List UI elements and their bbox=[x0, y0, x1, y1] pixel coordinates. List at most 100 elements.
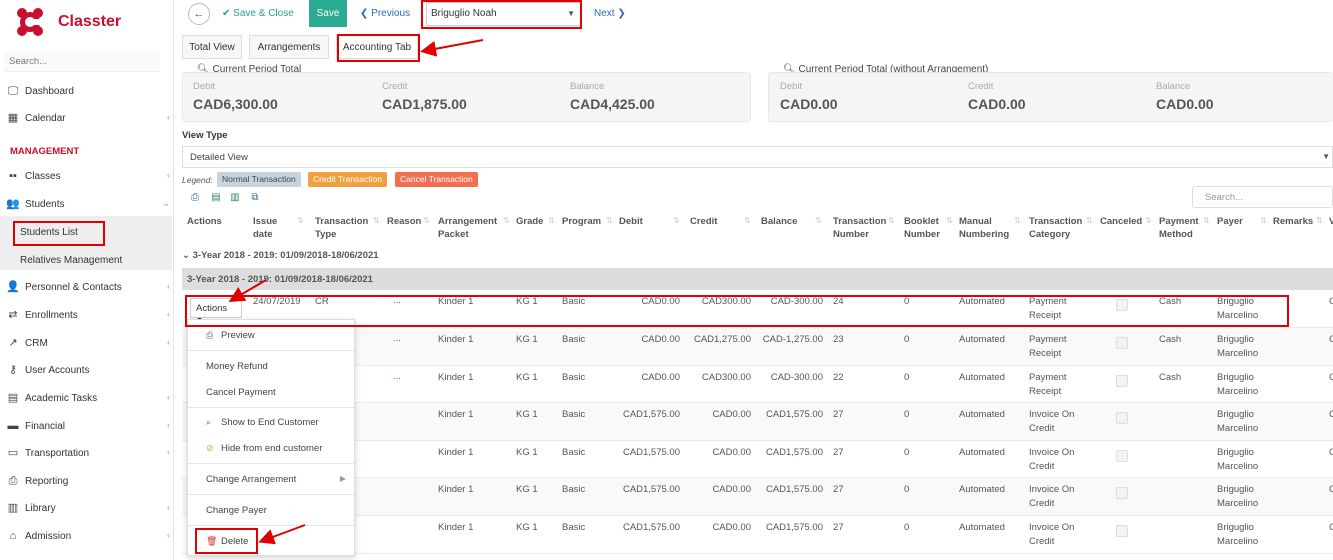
sidebar-search-input[interactable] bbox=[4, 52, 160, 72]
col-header-transaction-type[interactable]: Transaction Type bbox=[315, 215, 373, 241]
col-header-actions: Actions bbox=[187, 216, 222, 227]
sidebar-item-label: Classes bbox=[25, 170, 61, 182]
col-header-credit[interactable]: Credit bbox=[690, 215, 717, 228]
sidebar-item-enrollments[interactable]: ⇄ Enrollments ‹ bbox=[0, 304, 174, 326]
col-header-extra[interactable]: V bbox=[1329, 215, 1333, 228]
print-icon: ⎙ bbox=[206, 330, 214, 340]
brand[interactable]: Classter bbox=[14, 5, 121, 39]
menu-item-preview[interactable]: ⎙ Preview bbox=[206, 330, 255, 341]
sidebar-item-academic-tasks[interactable]: ▤ Academic Tasks ‹ bbox=[0, 387, 174, 409]
arrow-to-accounting-tab bbox=[420, 39, 484, 57]
sort-icon[interactable]: ⇅ bbox=[673, 216, 680, 225]
sort-icon[interactable]: ⇅ bbox=[548, 216, 555, 225]
col-header-arrangement-packet[interactable]: Arrangement Packet bbox=[438, 215, 504, 241]
menu-item-show-to-end-customer[interactable]: ⌕ Show to End Customer bbox=[206, 417, 319, 428]
excel-export-icon[interactable]: ▤ bbox=[211, 192, 221, 204]
canceled-checkbox[interactable] bbox=[1116, 450, 1128, 462]
sort-icon[interactable]: ⇅ bbox=[1316, 216, 1323, 225]
menu-divider bbox=[188, 494, 354, 495]
sort-icon[interactable]: ⇅ bbox=[373, 216, 380, 225]
canceled-checkbox[interactable] bbox=[1116, 337, 1128, 349]
cell-booklet-number: 0 bbox=[904, 372, 910, 383]
sort-icon[interactable]: ⇅ bbox=[744, 216, 751, 225]
cell-payer: Briguglio Marcelino bbox=[1217, 483, 1258, 511]
cell-reason-link[interactable]: ... bbox=[393, 333, 401, 344]
menu-item-hide-from-end-customer[interactable]: ⊘ Hide from end customer bbox=[206, 443, 322, 454]
back-button[interactable]: ← bbox=[188, 3, 210, 25]
sidebar-item-financial[interactable]: ▬ Financial ‹ bbox=[0, 415, 174, 437]
category-line: Invoice On bbox=[1029, 484, 1075, 495]
cell-extra: C bbox=[1329, 522, 1333, 533]
col-header-balance[interactable]: Balance bbox=[761, 215, 797, 228]
cell-transaction-number: 27 bbox=[833, 447, 844, 458]
sidebar-subitem-relatives-management[interactable]: Relatives Management bbox=[20, 255, 122, 266]
sidebar-item-reporting[interactable]: ⎙ Reporting bbox=[0, 470, 174, 492]
col-header-program[interactable]: Program bbox=[562, 215, 601, 228]
sort-icon[interactable]: ⇅ bbox=[1145, 216, 1152, 225]
canceled-checkbox[interactable] bbox=[1116, 412, 1128, 424]
sidebar-item-user-accounts[interactable]: ⚷ User Accounts bbox=[0, 359, 174, 381]
cell-arrangement-packet: Kinder 1 bbox=[438, 372, 474, 383]
col-header-canceled[interactable]: Canceled bbox=[1100, 215, 1142, 228]
sidebar-item-label: CRM bbox=[25, 337, 48, 349]
col-header-remarks[interactable]: Remarks bbox=[1273, 215, 1313, 228]
csv-export-icon[interactable]: ▥ bbox=[230, 192, 240, 204]
sidebar-item-admission[interactable]: ⌂ Admission ‹ bbox=[0, 525, 174, 547]
menu-item-change-payer[interactable]: Change Payer bbox=[206, 505, 267, 516]
cell-credit: CAD0.00 bbox=[712, 484, 751, 495]
col-header-reason[interactable]: Reason bbox=[387, 215, 421, 228]
sidebar-item-students[interactable]: 👥 Students ⌄ bbox=[0, 193, 174, 215]
col-header-payer[interactable]: Payer bbox=[1217, 215, 1243, 228]
canceled-checkbox[interactable] bbox=[1116, 375, 1128, 387]
sidebar-item-dashboard[interactable]: 🖵 Dashboard bbox=[0, 80, 174, 102]
sort-icon[interactable]: ⇅ bbox=[1086, 216, 1093, 225]
menu-item-money-refund[interactable]: Money Refund bbox=[206, 361, 268, 372]
sidebar-item-transportation[interactable]: ▭ Transportation ‹ bbox=[0, 442, 174, 464]
cell-extra: C bbox=[1329, 409, 1333, 420]
save-and-close-button[interactable]: ✔ Save & Close bbox=[222, 8, 294, 19]
previous-button[interactable]: ❮ Previous bbox=[360, 8, 410, 19]
sort-icon[interactable]: ⇅ bbox=[423, 216, 430, 225]
col-header-debit[interactable]: Debit bbox=[619, 215, 643, 228]
menu-item-change-arrangement[interactable]: Change Arrangement ▶ bbox=[206, 474, 346, 485]
col-header-manual-numbering[interactable]: Manual Numbering bbox=[959, 215, 1009, 241]
cell-booklet-number: 0 bbox=[904, 484, 910, 495]
view-type-select[interactable]: Detailed View ▼ bbox=[182, 146, 1333, 168]
col-header-issue-date[interactable]: Issue date bbox=[253, 215, 287, 241]
sidebar-item-calendar[interactable]: ▦ Calendar ‹ bbox=[0, 107, 174, 129]
menu-item-cancel-payment[interactable]: Cancel Payment bbox=[206, 387, 276, 398]
tab-arrangements[interactable]: Arrangements bbox=[249, 35, 329, 59]
personnel-icon: 👤 bbox=[6, 281, 20, 293]
sort-icon[interactable]: ⇅ bbox=[1203, 216, 1210, 225]
canceled-checkbox[interactable] bbox=[1116, 487, 1128, 499]
sort-icon[interactable]: ⇅ bbox=[1014, 216, 1021, 225]
sort-icon[interactable]: ⇅ bbox=[503, 216, 510, 225]
cell-reason-link[interactable]: ... bbox=[393, 371, 401, 382]
canceled-checkbox[interactable] bbox=[1116, 525, 1128, 537]
sidebar-item-classes[interactable]: ▪▪ Classes ‹ bbox=[0, 165, 174, 187]
table-search-input[interactable]: Search... bbox=[1192, 186, 1333, 208]
financial-icon: ▬ bbox=[7, 420, 19, 432]
sort-icon[interactable]: ⇅ bbox=[606, 216, 613, 225]
col-header-booklet-number[interactable]: Booklet Number bbox=[904, 215, 950, 241]
col-header-payment-method[interactable]: Payment Method bbox=[1159, 215, 1203, 241]
col-header-transaction-category[interactable]: Transaction Category bbox=[1029, 215, 1087, 241]
copy-icon[interactable]: ⧉ bbox=[250, 192, 260, 204]
arrow-left-icon: ← bbox=[193, 8, 205, 20]
sort-icon[interactable]: ⇅ bbox=[815, 216, 822, 225]
sort-icon[interactable]: ⇅ bbox=[1260, 216, 1267, 225]
col-header-transaction-number[interactable]: Transaction Number bbox=[833, 215, 889, 241]
sort-icon[interactable]: ⇅ bbox=[946, 216, 953, 225]
group-header-toggle[interactable]: ⌄ 3-Year 2018 - 2019: 01/09/2018-18/06/2… bbox=[182, 250, 379, 261]
chevron-left-icon: ‹ bbox=[167, 447, 170, 457]
sort-icon[interactable]: ⇅ bbox=[297, 216, 304, 225]
next-button[interactable]: Next ❯ bbox=[594, 8, 626, 19]
sidebar-item-personnel[interactable]: 👤 Personnel & Contacts ‹ bbox=[0, 276, 174, 298]
col-header-grade[interactable]: Grade bbox=[516, 215, 543, 228]
sidebar-item-crm[interactable]: ↗ CRM ‹ bbox=[0, 332, 174, 354]
save-button[interactable]: Save bbox=[309, 0, 347, 27]
print-icon[interactable]: ⎙ bbox=[190, 192, 200, 204]
sidebar-item-library[interactable]: ▥ Library ‹ bbox=[0, 497, 174, 519]
sort-icon[interactable]: ⇅ bbox=[888, 216, 895, 225]
tab-total-view[interactable]: Total View bbox=[182, 35, 242, 59]
